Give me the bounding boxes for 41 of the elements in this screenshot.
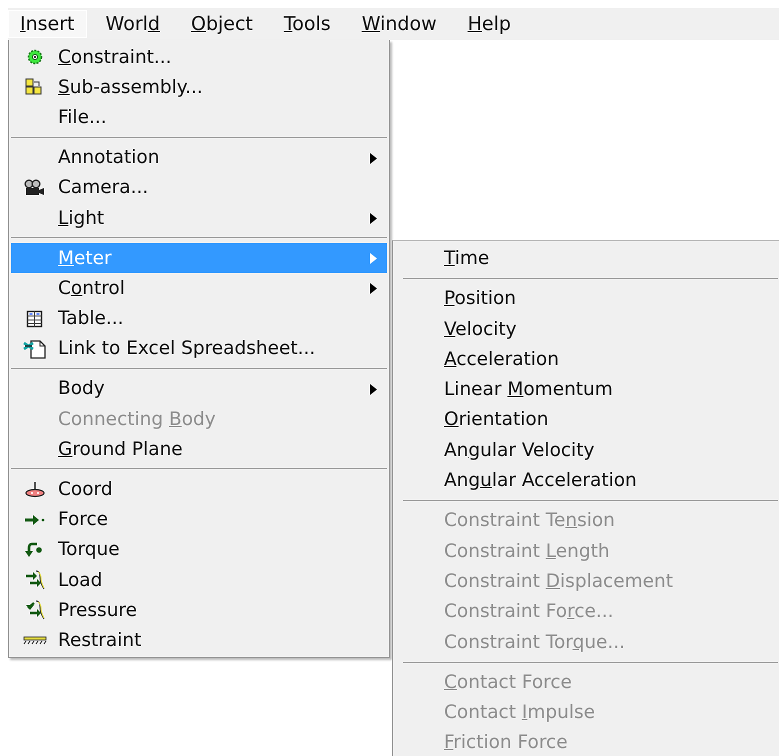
menu-item[interactable]: Velocity (393, 314, 779, 345)
menu-item[interactable]: Position (393, 284, 779, 315)
menu-bar-item[interactable]: Tools (272, 10, 343, 38)
menu-item[interactable]: Coord (11, 474, 387, 505)
menu-bar-item[interactable]: Object (178, 10, 265, 38)
menu-item[interactable]: Sub-assembly... (11, 72, 387, 102)
coordinate-icon (24, 480, 46, 499)
menu-bar-item[interactable]: Help (456, 10, 523, 38)
ground-hatch-icon (22, 635, 46, 646)
menu-item[interactable]: Orientation (393, 405, 779, 436)
arrows-icon (24, 570, 46, 590)
arrow-icon (24, 512, 46, 527)
menu-item[interactable]: Linear Momentum (393, 375, 779, 406)
menu-item[interactable]: Restraint (11, 625, 387, 656)
camera-icon (24, 178, 46, 197)
menu-item[interactable]: Link to Excel Spreadsheet... (11, 334, 387, 364)
menu-item[interactable]: Force (11, 504, 387, 535)
document-icon (22, 338, 48, 359)
arrows-icon (24, 600, 46, 620)
menu-item[interactable]: Load (11, 565, 387, 596)
table-icon (26, 310, 44, 328)
menu-bar-item[interactable]: World (94, 10, 172, 38)
menu-item[interactable]: Annotation (11, 142, 387, 173)
menu-item[interactable]: Angular Velocity (393, 436, 779, 466)
menu-item[interactable]: Angular Acceleration (393, 466, 779, 496)
blocks-icon (24, 78, 44, 96)
menu-item[interactable]: Time (393, 244, 779, 274)
menu-item[interactable]: Pressure (11, 595, 387, 626)
menu-item[interactable]: Ground Plane (11, 434, 387, 464)
menu-item[interactable]: Camera... (11, 172, 387, 203)
menu-item[interactable]: Acceleration (393, 344, 779, 376)
menu-item[interactable]: Light (11, 202, 387, 234)
menu-bar-item[interactable]: Window (350, 10, 449, 38)
menu-item[interactable]: Constraint... (11, 42, 387, 72)
menu-item[interactable]: File... (11, 102, 387, 133)
menu-bar-item[interactable]: Insert (8, 10, 87, 38)
menu-item[interactable]: Body (11, 374, 387, 404)
gear-icon (26, 49, 42, 66)
menu-item[interactable]: Control (11, 273, 387, 304)
menu-item[interactable]: Torque (11, 534, 387, 565)
menu-item[interactable]: Table... (11, 304, 387, 334)
